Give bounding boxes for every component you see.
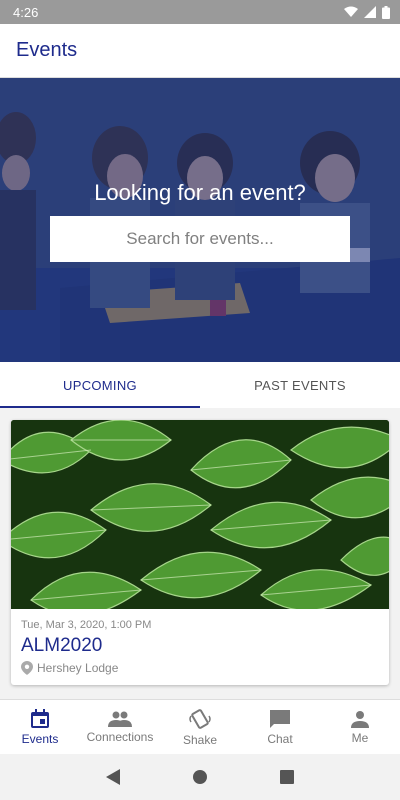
back-button[interactable] bbox=[106, 769, 120, 785]
nav-chat[interactable]: Chat bbox=[240, 700, 320, 754]
hero-heading: Looking for an event? bbox=[94, 180, 306, 205]
person-icon bbox=[351, 710, 369, 728]
event-card[interactable]: Tue, Mar 3, 2020, 1:00 PM ALM2020 Hershe… bbox=[11, 420, 389, 685]
page-title: Events bbox=[16, 39, 78, 61]
people-icon bbox=[108, 711, 132, 727]
search-hero: Looking for an event? bbox=[0, 78, 400, 362]
event-card-body: Tue, Mar 3, 2020, 1:00 PM ALM2020 Hershe… bbox=[11, 609, 389, 675]
location-pin-icon bbox=[21, 661, 33, 675]
nav-connections-label: Connections bbox=[86, 729, 154, 744]
nav-me[interactable]: Me bbox=[320, 700, 400, 754]
recents-square-icon bbox=[280, 770, 294, 784]
nav-events[interactable]: Events bbox=[0, 700, 80, 754]
nav-shake[interactable]: Shake bbox=[160, 700, 240, 754]
back-triangle-icon bbox=[106, 769, 120, 785]
nav-shake-label: Shake bbox=[182, 732, 218, 747]
cell-signal-icon bbox=[364, 6, 376, 18]
event-name[interactable]: ALM2020 bbox=[21, 635, 379, 657]
bottom-nav: Events Connections Shake Chat Me bbox=[0, 699, 400, 754]
chat-icon bbox=[270, 709, 290, 728]
recents-button[interactable] bbox=[280, 770, 294, 784]
event-search-input[interactable] bbox=[50, 216, 350, 262]
event-tabs: UPCOMING PAST EVENTS bbox=[0, 362, 400, 408]
app-bar: Events bbox=[0, 24, 400, 78]
battery-icon bbox=[382, 5, 390, 19]
tab-past-events[interactable]: PAST EVENTS bbox=[200, 362, 400, 408]
event-location: Hershey Lodge bbox=[21, 661, 379, 675]
event-date: Tue, Mar 3, 2020, 1:00 PM bbox=[21, 619, 152, 631]
home-circle-icon bbox=[193, 770, 207, 784]
nav-me-label: Me bbox=[351, 730, 369, 745]
wifi-icon bbox=[344, 6, 358, 17]
status-time: 4:26 bbox=[13, 4, 39, 20]
shake-phone-icon bbox=[189, 708, 211, 729]
nav-connections[interactable]: Connections bbox=[80, 700, 160, 754]
event-location-label: Hershey Lodge bbox=[37, 661, 119, 675]
nav-events-label: Events bbox=[21, 731, 59, 746]
tab-upcoming[interactable]: UPCOMING bbox=[0, 362, 200, 408]
calendar-icon bbox=[31, 708, 49, 728]
system-nav-bar bbox=[0, 754, 400, 800]
home-button[interactable] bbox=[192, 769, 208, 785]
event-image bbox=[11, 420, 389, 609]
status-bar: 4:26 bbox=[0, 0, 400, 24]
nav-chat-label: Chat bbox=[267, 731, 293, 746]
status-icons bbox=[344, 5, 390, 19]
